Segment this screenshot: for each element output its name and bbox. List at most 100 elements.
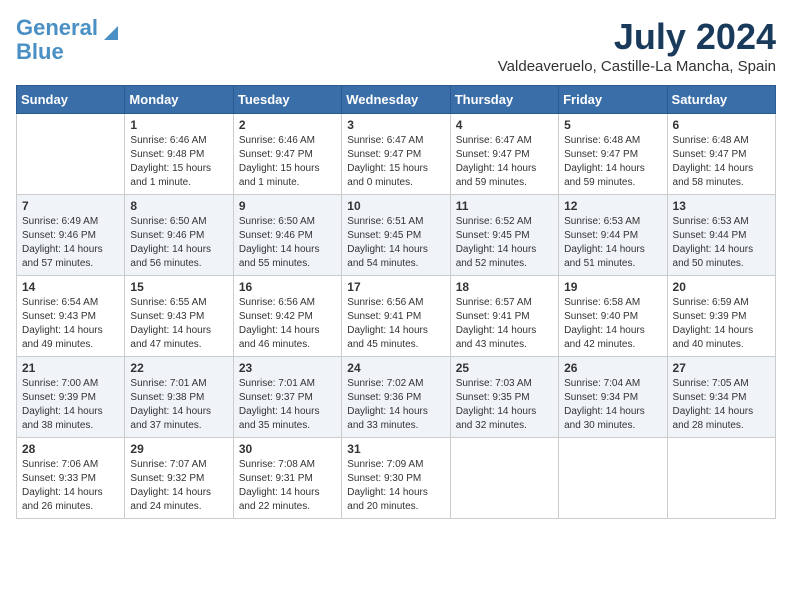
day-number: 4 <box>456 118 553 132</box>
day-number: 25 <box>456 361 553 375</box>
cell-sun-data: Sunrise: 6:51 AMSunset: 9:45 PMDaylight:… <box>347 215 444 271</box>
calendar-cell: 4 Sunrise: 6:47 AMSunset: 9:47 PMDaylight… <box>450 114 558 195</box>
cell-sun-data: Sunrise: 6:53 AMSunset: 9:44 PMDaylight:… <box>564 215 661 271</box>
weekday-header-monday: Monday <box>125 86 233 114</box>
cell-sun-data: Sunrise: 6:46 AMSunset: 9:47 PMDaylight:… <box>239 134 336 190</box>
cell-sun-data: Sunrise: 7:09 AMSunset: 9:30 PMDaylight:… <box>347 458 444 514</box>
logo-arrow-icon <box>100 22 122 44</box>
day-number: 23 <box>239 361 336 375</box>
cell-sun-data: Sunrise: 6:49 AMSunset: 9:46 PMDaylight:… <box>22 215 119 271</box>
cell-sun-data: Sunrise: 7:02 AMSunset: 9:36 PMDaylight:… <box>347 377 444 433</box>
cell-sun-data: Sunrise: 6:59 AMSunset: 9:39 PMDaylight:… <box>673 296 770 352</box>
day-number: 7 <box>22 199 119 213</box>
cell-sun-data: Sunrise: 6:56 AMSunset: 9:42 PMDaylight:… <box>239 296 336 352</box>
day-number: 28 <box>22 442 119 456</box>
day-number: 10 <box>347 199 444 213</box>
calendar-table: SundayMondayTuesdayWednesdayThursdayFrid… <box>16 85 776 519</box>
day-number: 20 <box>673 280 770 294</box>
cell-sun-data: Sunrise: 7:05 AMSunset: 9:34 PMDaylight:… <box>673 377 770 433</box>
calendar-week-row: 7 Sunrise: 6:49 AMSunset: 9:46 PMDaylight… <box>17 195 776 276</box>
calendar-cell: 18Sunrise: 6:57 AMSunset: 9:41 PMDayligh… <box>450 276 558 357</box>
day-number: 13 <box>673 199 770 213</box>
day-number: 26 <box>564 361 661 375</box>
location-subtitle: Valdeaveruelo, Castille-La Mancha, Spain <box>498 58 776 75</box>
calendar-cell: 25 Sunrise: 7:03 AMSunset: 9:35 PMDayligh… <box>450 357 558 438</box>
cell-sun-data: Sunrise: 7:01 AMSunset: 9:38 PMDaylight:… <box>130 377 227 433</box>
day-number: 5 <box>564 118 661 132</box>
calendar-cell: 2 Sunrise: 6:46 AMSunset: 9:47 PMDaylight… <box>233 114 341 195</box>
calendar-week-row: 28 Sunrise: 7:06 AMSunset: 9:33 PMDayligh… <box>17 438 776 519</box>
calendar-cell: 3Sunrise: 6:47 AMSunset: 9:47 PMDaylight… <box>342 114 450 195</box>
day-number: 24 <box>347 361 444 375</box>
cell-sun-data: Sunrise: 6:47 AMSunset: 9:47 PMDaylight:… <box>456 134 553 190</box>
logo: General Blue <box>16 16 122 64</box>
page-header: General Blue July 2024 Valdeaveruelo, Ca… <box>16 16 776 75</box>
calendar-cell: 26 Sunrise: 7:04 AMSunset: 9:34 PMDayligh… <box>559 357 667 438</box>
logo-general: General <box>16 15 98 40</box>
calendar-cell: 9 Sunrise: 6:50 AMSunset: 9:46 PMDaylight… <box>233 195 341 276</box>
day-number: 18 <box>456 280 553 294</box>
calendar-cell: 20 Sunrise: 6:59 AMSunset: 9:39 PMDayligh… <box>667 276 775 357</box>
cell-sun-data: Sunrise: 6:58 AMSunset: 9:40 PMDaylight:… <box>564 296 661 352</box>
day-number: 30 <box>239 442 336 456</box>
day-number: 17 <box>347 280 444 294</box>
calendar-week-row: 14Sunrise: 6:54 AMSunset: 9:43 PMDayligh… <box>17 276 776 357</box>
cell-sun-data: Sunrise: 6:50 AMSunset: 9:46 PMDaylight:… <box>239 215 336 271</box>
day-number: 14 <box>22 280 119 294</box>
cell-sun-data: Sunrise: 7:01 AMSunset: 9:37 PMDaylight:… <box>239 377 336 433</box>
weekday-header-sunday: Sunday <box>17 86 125 114</box>
calendar-cell: 11Sunrise: 6:52 AMSunset: 9:45 PMDayligh… <box>450 195 558 276</box>
day-number: 21 <box>22 361 119 375</box>
calendar-cell: 8 Sunrise: 6:50 AMSunset: 9:46 PMDaylight… <box>125 195 233 276</box>
cell-sun-data: Sunrise: 6:48 AMSunset: 9:47 PMDaylight:… <box>673 134 770 190</box>
calendar-cell: 13Sunrise: 6:53 AMSunset: 9:44 PMDayligh… <box>667 195 775 276</box>
cell-sun-data: Sunrise: 7:03 AMSunset: 9:35 PMDaylight:… <box>456 377 553 433</box>
logo-name: General Blue <box>16 16 98 64</box>
month-title: July 2024 <box>498 16 776 58</box>
day-number: 16 <box>239 280 336 294</box>
calendar-cell: 19Sunrise: 6:58 AMSunset: 9:40 PMDayligh… <box>559 276 667 357</box>
day-number: 11 <box>456 199 553 213</box>
weekday-header-friday: Friday <box>559 86 667 114</box>
day-number: 6 <box>673 118 770 132</box>
logo-blue: Blue <box>16 39 64 64</box>
weekday-header-thursday: Thursday <box>450 86 558 114</box>
calendar-cell: 31Sunrise: 7:09 AMSunset: 9:30 PMDayligh… <box>342 438 450 519</box>
calendar-cell: 23 Sunrise: 7:01 AMSunset: 9:37 PMDayligh… <box>233 357 341 438</box>
cell-sun-data: Sunrise: 7:06 AMSunset: 9:33 PMDaylight:… <box>22 458 119 514</box>
calendar-cell: 6 Sunrise: 6:48 AMSunset: 9:47 PMDaylight… <box>667 114 775 195</box>
cell-sun-data: Sunrise: 7:04 AMSunset: 9:34 PMDaylight:… <box>564 377 661 433</box>
weekday-header-tuesday: Tuesday <box>233 86 341 114</box>
day-number: 22 <box>130 361 227 375</box>
calendar-cell <box>450 438 558 519</box>
calendar-cell: 15Sunrise: 6:55 AMSunset: 9:43 PMDayligh… <box>125 276 233 357</box>
day-number: 8 <box>130 199 227 213</box>
logo-text-block: General Blue <box>16 16 122 64</box>
calendar-cell: 16 Sunrise: 6:56 AMSunset: 9:42 PMDayligh… <box>233 276 341 357</box>
cell-sun-data: Sunrise: 6:50 AMSunset: 9:46 PMDaylight:… <box>130 215 227 271</box>
cell-sun-data: Sunrise: 6:56 AMSunset: 9:41 PMDaylight:… <box>347 296 444 352</box>
cell-sun-data: Sunrise: 7:08 AMSunset: 9:31 PMDaylight:… <box>239 458 336 514</box>
weekday-header-row: SundayMondayTuesdayWednesdayThursdayFrid… <box>17 86 776 114</box>
calendar-cell <box>17 114 125 195</box>
calendar-cell: 7 Sunrise: 6:49 AMSunset: 9:46 PMDaylight… <box>17 195 125 276</box>
calendar-week-row: 21 Sunrise: 7:00 AMSunset: 9:39 PMDayligh… <box>17 357 776 438</box>
calendar-cell: 28 Sunrise: 7:06 AMSunset: 9:33 PMDayligh… <box>17 438 125 519</box>
day-number: 27 <box>673 361 770 375</box>
day-number: 12 <box>564 199 661 213</box>
day-number: 29 <box>130 442 227 456</box>
calendar-cell: 21 Sunrise: 7:00 AMSunset: 9:39 PMDayligh… <box>17 357 125 438</box>
cell-sun-data: Sunrise: 7:07 AMSunset: 9:32 PMDaylight:… <box>130 458 227 514</box>
cell-sun-data: Sunrise: 6:48 AMSunset: 9:47 PMDaylight:… <box>564 134 661 190</box>
weekday-header-wednesday: Wednesday <box>342 86 450 114</box>
day-number: 2 <box>239 118 336 132</box>
cell-sun-data: Sunrise: 6:46 AMSunset: 9:48 PMDaylight:… <box>130 134 227 190</box>
calendar-cell: 1 Sunrise: 6:46 AMSunset: 9:48 PMDaylight… <box>125 114 233 195</box>
cell-sun-data: Sunrise: 6:55 AMSunset: 9:43 PMDaylight:… <box>130 296 227 352</box>
cell-sun-data: Sunrise: 7:00 AMSunset: 9:39 PMDaylight:… <box>22 377 119 433</box>
day-number: 9 <box>239 199 336 213</box>
day-number: 1 <box>130 118 227 132</box>
calendar-cell: 5 Sunrise: 6:48 AMSunset: 9:47 PMDaylight… <box>559 114 667 195</box>
calendar-cell <box>667 438 775 519</box>
calendar-cell: 24 Sunrise: 7:02 AMSunset: 9:36 PMDayligh… <box>342 357 450 438</box>
